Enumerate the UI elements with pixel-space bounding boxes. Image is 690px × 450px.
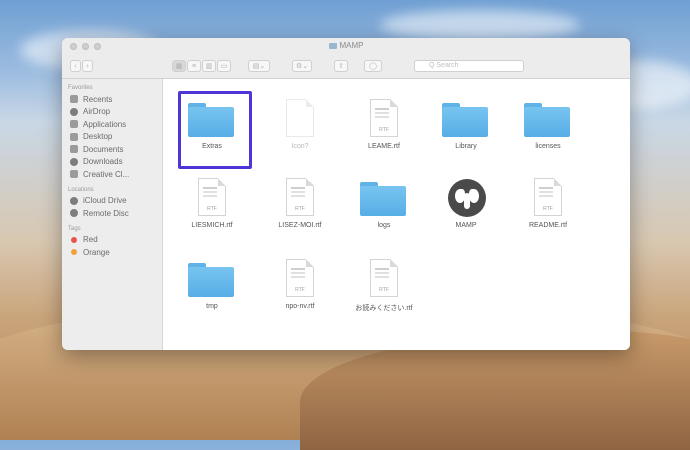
file-item-readme[interactable]: RTF README.rtf [507, 174, 589, 229]
favorites-header: Favorites [68, 85, 93, 91]
airdrop-icon [70, 107, 78, 116]
file-label: npo-nv.rtf [285, 303, 315, 310]
file-label: Icon? [291, 143, 309, 150]
mamp-elephant-icon [448, 179, 486, 217]
sidebar-item-label: Creative Cl... [83, 169, 130, 179]
sidebar: Favorites Recents AirDrop Applications D… [62, 79, 163, 350]
file-label: licenses [535, 143, 561, 150]
file-label: README.rtf [528, 222, 568, 229]
title-bar: MAMP [62, 38, 630, 56]
rtf-document-icon: RTF [286, 178, 314, 216]
forward-button[interactable]: › [82, 60, 93, 72]
finder-window: MAMP ‹ › ▦ ≡ ▥ ▭ ▤⌄ ⚙⌄ ⇧ ◯ Q Search Favo… [62, 38, 630, 350]
downloads-icon [70, 157, 78, 166]
sidebar-item-label: Applications [83, 119, 127, 129]
folder-icon [188, 263, 234, 297]
sidebar-item-label: Desktop [83, 132, 113, 142]
sidebar-item-creative-cloud[interactable]: Creative Cl... [62, 168, 162, 181]
file-item-logs[interactable]: logs [343, 174, 425, 229]
file-label: LIESMICH.rtf [191, 222, 233, 229]
sidebar-item-label: Downloads [83, 157, 123, 167]
rtf-document-icon: RTF [370, 259, 398, 297]
rtf-document-icon: RTF [198, 178, 226, 216]
toolbar: ‹ › ▦ ≡ ▥ ▭ ▤⌄ ⚙⌄ ⇧ ◯ Q Search [62, 56, 630, 79]
file-label: LEAME.rtf [368, 143, 400, 150]
desktop-icon [70, 132, 78, 141]
sidebar-item-tag-red[interactable]: Red [62, 234, 162, 247]
file-label: LISEZ-MOI.rtf [278, 222, 322, 229]
rtf-document-icon: RTF [370, 99, 398, 137]
disc-icon [70, 209, 78, 218]
sidebar-item-icloud-drive[interactable]: iCloud Drive [62, 195, 162, 208]
folder-icon [70, 170, 78, 179]
applications-icon [70, 120, 78, 129]
tags-header: Tags [68, 225, 81, 232]
file-item-oyomi[interactable]: RTF お読みください.rtf [343, 255, 425, 313]
file-item-liesmich[interactable]: RTF LIESMICH.rtf [171, 174, 253, 229]
documents-icon [70, 145, 78, 154]
file-item-extras[interactable]: Extras [171, 91, 253, 169]
sidebar-item-label: AirDrop [83, 107, 111, 117]
sidebar-item-applications[interactable]: Applications [62, 118, 162, 131]
file-item-lisez-moi[interactable]: RTF LISEZ-MOI.rtf [259, 174, 341, 229]
file-item-leame[interactable]: RTF LEAME.rtf [343, 95, 425, 150]
icon-view-button[interactable]: ▦ [172, 60, 186, 72]
tag-button[interactable]: ◯ [364, 60, 382, 72]
orange-tag-icon [71, 249, 77, 256]
back-button[interactable]: ‹ [70, 60, 81, 72]
file-grid: Extras Icon? RTF LEAME.rtf Library licen… [163, 79, 630, 350]
column-view-button[interactable]: ▥ [202, 60, 216, 72]
sidebar-item-label: Red [83, 235, 98, 245]
file-item-icon[interactable]: Icon? [259, 95, 341, 150]
file-item-licenses[interactable]: licenses [507, 95, 589, 150]
sidebar-item-documents[interactable]: Documents [62, 143, 162, 156]
file-item-library[interactable]: Library [425, 95, 507, 150]
folder-icon [524, 103, 570, 137]
clock-icon [70, 95, 78, 104]
sidebar-item-label: Orange [83, 247, 110, 257]
search-field[interactable]: Q Search [414, 60, 524, 72]
folder-icon [360, 182, 406, 216]
file-label: お読みください.rtf [355, 305, 413, 312]
sidebar-item-desktop[interactable]: Desktop [62, 131, 162, 144]
rtf-document-icon: RTF [534, 178, 562, 216]
gallery-view-button[interactable]: ▭ [217, 60, 231, 72]
file-label: logs [377, 222, 391, 229]
sidebar-item-downloads[interactable]: Downloads [62, 156, 162, 169]
list-view-button[interactable]: ≡ [187, 60, 201, 72]
file-label: MAMP [455, 222, 477, 229]
folder-icon [328, 42, 337, 49]
sidebar-item-label: Recents [83, 94, 113, 104]
folder-icon [188, 103, 234, 137]
sidebar-item-tag-orange[interactable]: Orange [62, 246, 162, 259]
window-title: MAMP [339, 41, 364, 50]
file-label: tmp [206, 303, 218, 310]
file-label: Library [455, 143, 477, 150]
action-gear-button[interactable]: ⚙⌄ [292, 60, 312, 72]
sidebar-item-label: Remote Disc [83, 208, 129, 218]
share-button[interactable]: ⇧ [334, 60, 348, 72]
document-icon [286, 99, 314, 137]
folder-icon [442, 103, 488, 137]
sidebar-item-remote-disc[interactable]: Remote Disc [62, 207, 162, 220]
group-button[interactable]: ▤⌄ [248, 60, 270, 72]
sidebar-item-label: Documents [83, 144, 124, 154]
sidebar-item-recents[interactable]: Recents [62, 93, 162, 106]
red-tag-icon [71, 236, 77, 243]
cloud-icon [70, 196, 78, 205]
rtf-document-icon: RTF [286, 259, 314, 297]
file-item-npo-nv[interactable]: RTF npo-nv.rtf [259, 255, 341, 310]
file-item-mamp-app[interactable]: MAMP [425, 174, 507, 229]
locations-header: Locations [68, 186, 94, 193]
sidebar-item-label: iCloud Drive [83, 196, 127, 206]
file-item-tmp[interactable]: tmp [171, 255, 253, 310]
sidebar-item-airdrop[interactable]: AirDrop [62, 106, 162, 119]
